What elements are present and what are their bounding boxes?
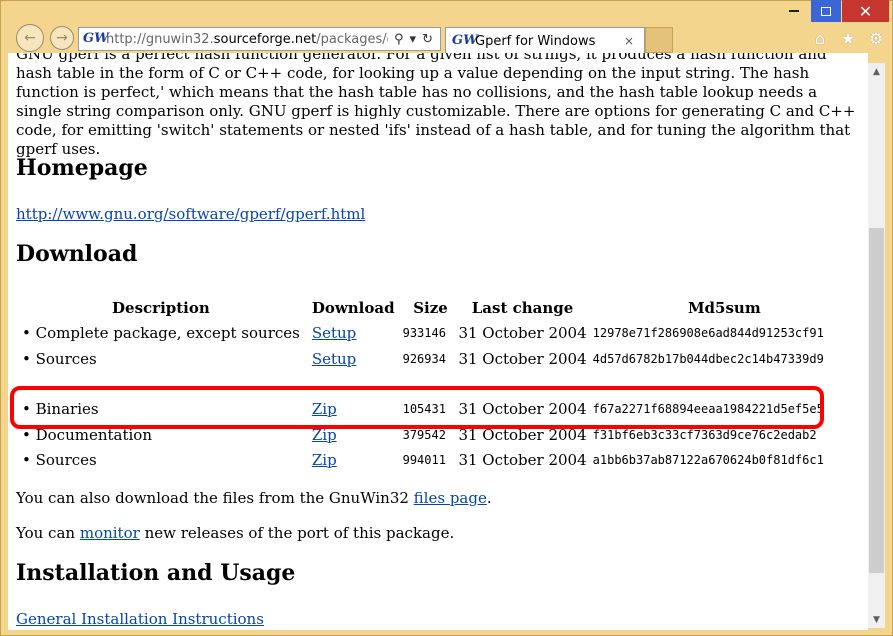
col-md5sum: Md5sum (687, 299, 761, 317)
col-size: Size (413, 299, 448, 317)
row-description: • Complete package, except sources (22, 324, 300, 343)
forward-button[interactable]: → (50, 26, 74, 50)
tab-title: Gperf for Windows (475, 33, 596, 49)
row-md5: 12978e71f286908e6ad844d91253cf91 (592, 326, 824, 341)
address-url[interactable]: http://gnuwin32.sourceforge.net/packages… (106, 32, 388, 47)
download-table: Description Download Size Last change Md… (16, 296, 856, 474)
scroll-down-icon[interactable]: ▼ (868, 611, 885, 628)
monitor-link[interactable]: monitor (80, 524, 140, 542)
tools-gear-icon[interactable]: ⚙ (868, 29, 884, 48)
zip-link[interactable]: Zip (312, 451, 337, 469)
row-md5: 4d57d6782b17b044dbec2c14b47339d9 (592, 351, 824, 366)
scroll-up-icon[interactable]: ▲ (868, 63, 885, 80)
url-domain: sourceforge.net (213, 31, 317, 47)
files-paragraph: You can also download the files from the… (16, 489, 492, 508)
files-suffix-text: . (486, 489, 492, 507)
tab-favicon-icon: GW (452, 33, 478, 48)
binaries-highlight-box (10, 386, 824, 429)
homepage-link[interactable]: http://www.gnu.org/software/gperf/gperf.… (16, 205, 365, 223)
maximize-button[interactable] (811, 0, 841, 22)
setup-link[interactable]: Setup (312, 324, 356, 342)
row-description: • Sources (22, 349, 97, 368)
favorites-icon[interactable]: ★ (840, 29, 856, 48)
forward-arrow-icon: → (56, 30, 68, 46)
monitor-paragraph: You can monitor new releases of the port… (16, 524, 454, 543)
refresh-icon[interactable]: ↻ (422, 32, 433, 47)
close-window-button[interactable]: ✕ (842, 0, 889, 22)
back-arrow-icon: ← (24, 30, 36, 46)
install-heading: Installation and Usage (16, 560, 296, 586)
table-row: • Sources Zip 994011 31 October 2004 a1b… (16, 448, 856, 474)
row-date: 31 October 2004 (458, 349, 587, 368)
files-page-link[interactable]: files page (414, 489, 487, 507)
home-icon[interactable]: ⌂ (812, 29, 828, 48)
table-header-row: Description Download Size Last change Md… (16, 296, 856, 321)
row-size: 994011 (402, 453, 446, 468)
row-description: • Sources (22, 451, 97, 470)
tab-gperf[interactable]: GW Gperf for Windows × (445, 27, 645, 54)
col-download: Download (311, 299, 395, 317)
page-viewport: GNU gperf is a perfect hash function gen… (8, 53, 868, 630)
install-instructions-link[interactable]: General Installation Instructions (16, 610, 264, 628)
intro-paragraph: GNU gperf is a perfect hash function gen… (16, 53, 856, 158)
site-favicon-icon: GW (83, 31, 109, 46)
monitor-prefix-text: You can (16, 524, 80, 542)
homepage-heading: Homepage (16, 155, 148, 181)
row-size: 926934 (402, 351, 446, 366)
url-prefix: http://gnuwin32. (106, 31, 214, 47)
row-md5: a1bb6b37ab87122a670624b0f81df6c1 (592, 453, 824, 468)
url-suffix: /packages/gperf (316, 31, 388, 47)
new-tab-button[interactable] (645, 27, 673, 53)
row-date: 31 October 2004 (458, 451, 587, 470)
row-size: 933146 (402, 326, 446, 341)
dropdown-icon[interactable]: ▾ (410, 32, 417, 47)
vertical-scrollbar[interactable]: ▲ ▼ (868, 63, 885, 628)
setup-link[interactable]: Setup (312, 350, 356, 368)
address-bar[interactable]: GW http://gnuwin32.sourceforge.net/packa… (78, 27, 441, 51)
col-last-change: Last change (471, 299, 574, 317)
files-prefix-text: You can also download the files from the… (16, 489, 414, 507)
row-date: 31 October 2004 (458, 324, 587, 343)
close-icon: ✕ (858, 1, 873, 21)
col-description: Description (112, 299, 210, 317)
table-row: • Sources Setup 926934 31 October 2004 4… (16, 347, 856, 373)
scroll-thumb[interactable] (869, 228, 884, 573)
minimize-icon (789, 10, 799, 12)
monitor-suffix-text: new releases of the port of this package… (139, 524, 455, 542)
maximize-icon (821, 6, 831, 16)
back-button[interactable]: ← (16, 24, 44, 52)
search-icon[interactable]: ⚲ (394, 32, 404, 47)
download-heading: Download (16, 241, 138, 267)
minimize-button[interactable] (779, 0, 809, 22)
tab-close-icon[interactable]: × (624, 34, 638, 48)
table-row: • Complete package, except sources Setup… (16, 321, 856, 347)
